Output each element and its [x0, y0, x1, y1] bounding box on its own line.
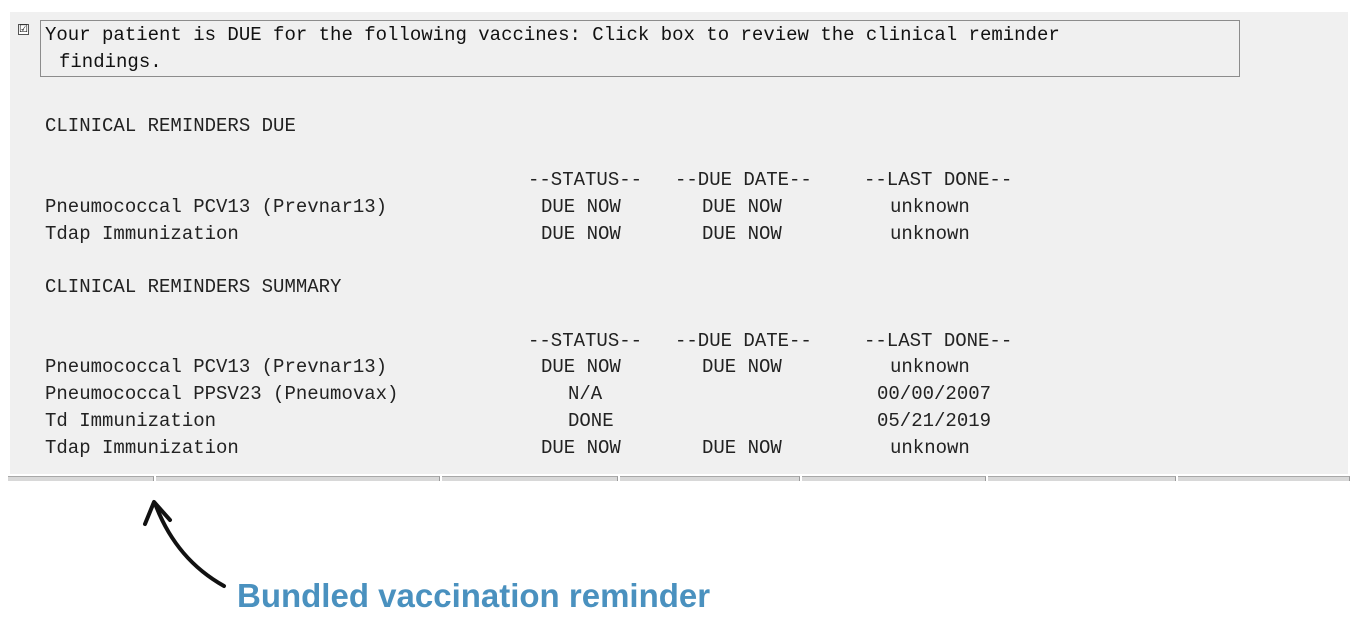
reminder-checkbox[interactable]: ☑ — [18, 24, 29, 35]
summary-row-last-done: unknown — [890, 356, 970, 378]
summary-row-due-date: DUE NOW — [702, 356, 782, 378]
due-status-header: --STATUS-- — [528, 169, 643, 191]
annotation-caption: Bundled vaccination reminder — [237, 577, 711, 614]
due-lastdone-header: --LAST DONE-- — [864, 169, 1013, 191]
summary-section-title: CLINICAL REMINDERS SUMMARY — [45, 276, 342, 298]
due-row-status: DUE NOW — [541, 223, 621, 245]
due-row-due-date: DUE NOW — [702, 196, 782, 218]
summary-row-last-done: unknown — [890, 437, 970, 459]
summary-row-last-done: 05/21/2019 — [877, 410, 992, 432]
summary-lastdone-header: --LAST DONE-- — [864, 330, 1013, 352]
due-row-status: DUE NOW — [541, 196, 621, 218]
summary-row-last-done: 00/00/2007 — [877, 383, 992, 405]
summary-duedate-header: --DUE DATE-- — [675, 330, 812, 352]
tab[interactable] — [1178, 476, 1350, 481]
due-section-title: CLINICAL REMINDERS DUE — [45, 115, 296, 137]
summary-row-status: DUE NOW — [541, 437, 621, 459]
tab[interactable] — [8, 476, 154, 481]
summary-row-name: Td Immunization — [45, 410, 217, 432]
summary-row-name: Pneumococcal PPSV23 (Pneumovax) — [45, 383, 399, 405]
tab[interactable] — [442, 476, 618, 481]
due-row-due-date: DUE NOW — [702, 223, 782, 245]
due-duedate-header: --DUE DATE-- — [675, 169, 812, 191]
due-row-name: Pneumococcal PCV13 (Prevnar13) — [45, 196, 388, 218]
due-row-last-done: unknown — [890, 223, 970, 245]
summary-row-status: DUE NOW — [541, 356, 621, 378]
reminder-text-line1: Your patient is DUE for the following va… — [45, 24, 1060, 46]
tab[interactable] — [156, 476, 440, 481]
summary-row-name: Pneumococcal PCV13 (Prevnar13) — [45, 356, 388, 378]
reminder-clickable-box[interactable]: Your patient is DUE for the following va… — [40, 20, 1240, 77]
summary-row-status: N/A — [568, 383, 603, 405]
tab[interactable] — [802, 476, 986, 481]
tab[interactable] — [620, 476, 800, 481]
tab[interactable] — [988, 476, 1176, 481]
annotation-arrow-icon — [143, 500, 226, 588]
summary-status-header: --STATUS-- — [528, 330, 643, 352]
summary-row-status: DONE — [568, 410, 614, 432]
due-row-name: Tdap Immunization — [45, 223, 239, 245]
summary-row-name: Tdap Immunization — [45, 437, 239, 459]
due-row-last-done: unknown — [890, 196, 970, 218]
reminder-text-line2: findings. — [59, 51, 162, 73]
summary-row-due-date: DUE NOW — [702, 437, 782, 459]
tab-strip — [8, 476, 1350, 482]
